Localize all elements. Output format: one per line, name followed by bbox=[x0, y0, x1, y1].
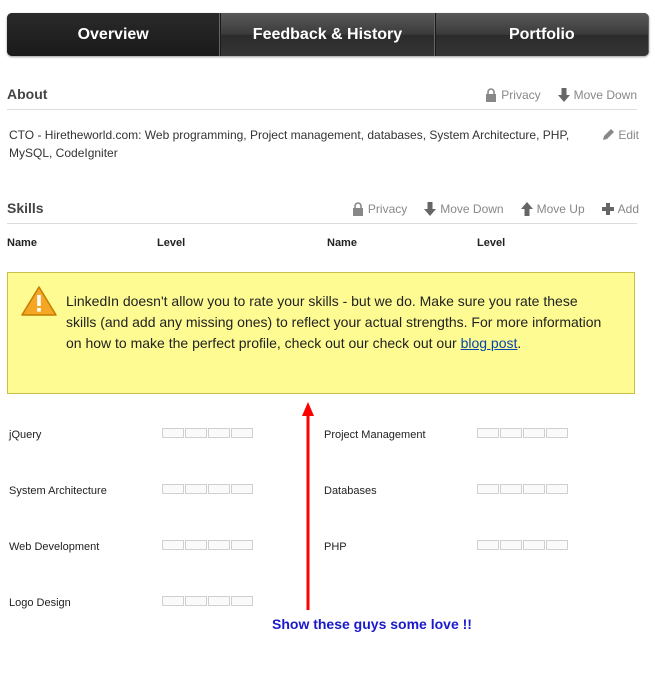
skill-name: jQuery bbox=[9, 429, 42, 441]
skills-move-down-label: Move Down bbox=[440, 202, 504, 216]
skill-name: Project Management bbox=[324, 429, 426, 441]
about-title: About bbox=[7, 86, 48, 102]
about-actions: Privacy Move Down bbox=[484, 88, 637, 102]
skill-rating[interactable] bbox=[477, 484, 568, 494]
skills-move-up-label: Move Up bbox=[536, 202, 585, 216]
skills-add-label: Add bbox=[617, 202, 639, 216]
skill-rating[interactable] bbox=[162, 596, 253, 606]
column-header-name: Name bbox=[327, 237, 357, 249]
pencil-icon bbox=[603, 129, 615, 140]
skills-privacy-label: Privacy bbox=[367, 202, 408, 216]
skill-name: PHP bbox=[324, 541, 347, 553]
skill-rating[interactable] bbox=[162, 428, 253, 438]
tab-feedback-history[interactable]: Feedback & History bbox=[220, 13, 435, 56]
blog-post-link[interactable]: blog post bbox=[461, 335, 518, 351]
notice-end: . bbox=[517, 335, 522, 351]
skills-move-down-button[interactable]: Move Down bbox=[423, 202, 504, 216]
skills-actions: Privacy Move Down Move Up Add bbox=[351, 202, 639, 216]
skills-header: Skills Privacy Move Down Move Up Add bbox=[7, 198, 639, 224]
tab-overview[interactable]: Overview bbox=[7, 13, 221, 56]
skills-privacy-button[interactable]: Privacy bbox=[351, 202, 407, 216]
about-move-down-label: Move Down bbox=[573, 88, 637, 102]
skill-name: Logo Design bbox=[9, 597, 71, 609]
skill-name: System Architecture bbox=[9, 485, 107, 497]
tab-portfolio[interactable]: Portfolio bbox=[434, 13, 649, 56]
about-text: CTO - Hiretheworld.com: Web programming,… bbox=[9, 128, 570, 160]
about-edit-button[interactable]: Edit bbox=[601, 128, 639, 142]
skill-rating[interactable] bbox=[477, 540, 568, 550]
profile-tabs: Overview Feedback & History Portfolio bbox=[7, 13, 649, 56]
arrow-up-icon bbox=[520, 202, 533, 216]
about-move-down-button[interactable]: Move Down bbox=[557, 88, 637, 102]
annotation-text: Show these guys some love !! bbox=[272, 616, 472, 632]
about-privacy-button[interactable]: Privacy bbox=[484, 88, 541, 102]
skill-name: Databases bbox=[324, 485, 377, 497]
skill-rating[interactable] bbox=[162, 484, 253, 494]
about-edit-label: Edit bbox=[618, 128, 639, 142]
column-header-name: Name bbox=[7, 237, 37, 249]
skills-move-up-button[interactable]: Move Up bbox=[520, 202, 585, 216]
column-header-level: Level bbox=[157, 237, 186, 249]
rating-notice-text: LinkedIn doesn't allow you to rate your … bbox=[66, 291, 606, 354]
skill-name: Web Development bbox=[9, 541, 100, 553]
about-header: About Privacy Move Down bbox=[7, 84, 637, 110]
column-header-level: Level bbox=[477, 237, 506, 249]
about-privacy-label: Privacy bbox=[501, 88, 541, 102]
lock-icon bbox=[486, 88, 497, 102]
plus-icon bbox=[601, 203, 614, 215]
rating-notice: LinkedIn doesn't allow you to rate your … bbox=[7, 272, 635, 394]
skills-add-button[interactable]: Add bbox=[601, 202, 639, 216]
skills-title: Skills bbox=[7, 200, 44, 216]
warning-icon bbox=[21, 286, 57, 316]
skill-rating[interactable] bbox=[477, 428, 568, 438]
skill-rating[interactable] bbox=[162, 540, 253, 550]
arrow-down-icon bbox=[557, 88, 570, 102]
arrow-down-icon bbox=[424, 202, 437, 216]
lock-icon bbox=[352, 202, 363, 216]
annotation-arrow bbox=[302, 402, 314, 610]
